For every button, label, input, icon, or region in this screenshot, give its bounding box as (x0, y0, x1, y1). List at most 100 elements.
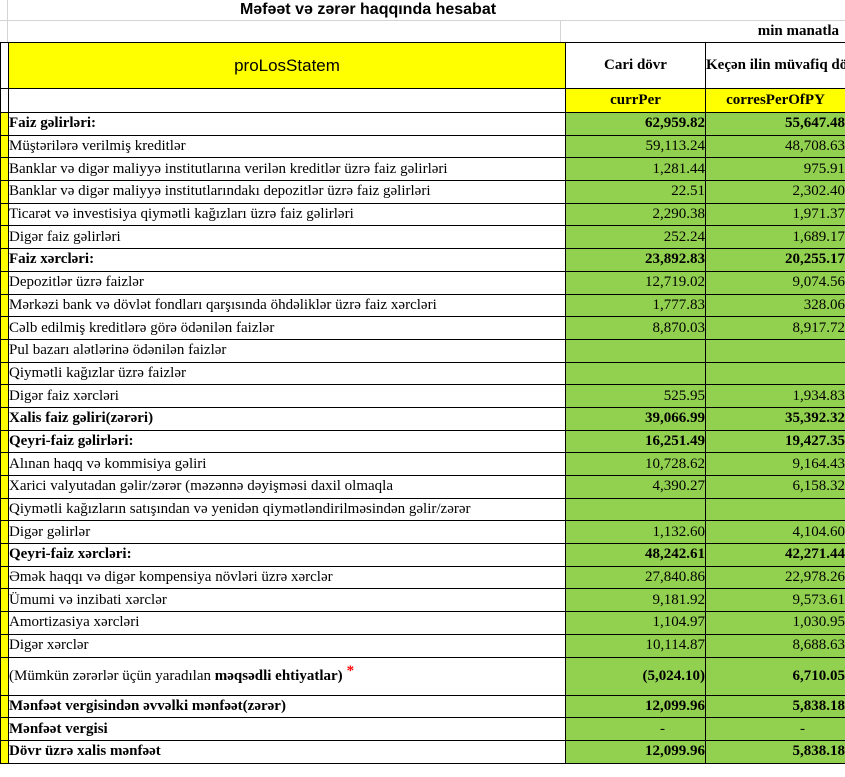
value-cell-current-period[interactable]: 10,728.62 (565, 452, 706, 476)
value-cell-previous-period[interactable] (705, 497, 845, 522)
row-marker-cell[interactable] (0, 565, 9, 590)
row-marker-cell[interactable] (0, 248, 9, 272)
value-cell-previous-period[interactable]: 19,427.35 (705, 429, 845, 454)
row-marker-cell[interactable] (0, 588, 9, 613)
empty-header-cell[interactable] (8, 88, 566, 113)
column-code-current-period[interactable]: currPer (565, 88, 706, 113)
row-label-cell[interactable]: Qiymətli kağızlar üzrə faizlər (8, 361, 566, 386)
value-cell-current-period[interactable] (565, 497, 706, 522)
row-label-cell[interactable]: Mənfəət vergisi (8, 717, 566, 741)
row-label-cell[interactable]: Banklar və digər maliyyə institutlarında… (8, 180, 566, 204)
value-cell-previous-period[interactable]: 35,392.32 (705, 406, 845, 431)
row-label-cell[interactable]: Alınan haqq və kommisiya gəliri (8, 452, 566, 476)
value-cell-current-period[interactable]: 12,719.02 (565, 270, 706, 295)
row-label-cell[interactable]: Xarici valyutadan gəlir/zərər (məzənnə d… (8, 475, 566, 499)
value-cell-previous-period[interactable]: 5,838.18 (705, 739, 845, 764)
value-cell-previous-period[interactable]: 1,030.95 (705, 611, 845, 635)
row-label-cell[interactable]: Amortizasiya xərcləri (8, 611, 566, 635)
row-marker-cell[interactable] (0, 429, 9, 454)
value-cell-previous-period[interactable]: 22,978.26 (705, 565, 845, 590)
value-cell-previous-period[interactable]: 1,971.37 (705, 202, 845, 227)
value-cell-current-period[interactable] (565, 338, 706, 363)
row-marker-cell[interactable] (0, 475, 9, 499)
row-label-cell[interactable]: Qiymətli kağızların satışından və yenidə… (8, 497, 566, 522)
row-marker-cell[interactable] (0, 316, 9, 340)
row-label-cell[interactable]: (Mümkün zərərlər üçün yaradılan məqsədli… (8, 656, 566, 696)
row-marker-cell[interactable] (0, 270, 9, 295)
value-cell-previous-period[interactable]: 42,271.44 (705, 543, 845, 567)
value-cell-current-period[interactable]: 525.95 (565, 384, 706, 408)
column-code-previous-period[interactable]: corresPerOfPY (705, 88, 845, 113)
row-label-cell[interactable]: Ümumi və inzibati xərclər (8, 588, 566, 613)
value-cell-current-period[interactable]: 2,290.38 (565, 202, 706, 227)
row-marker-cell[interactable] (0, 452, 9, 476)
value-cell-previous-period[interactable]: 6,710.05 (705, 656, 845, 696)
row-label-cell[interactable]: Xalis faiz gəliri(zərəri) (8, 406, 566, 431)
row-marker-cell[interactable] (0, 180, 9, 204)
value-cell-current-period[interactable]: 22.51 (565, 180, 706, 204)
value-cell-current-period[interactable]: 10,114.87 (565, 633, 706, 658)
value-cell-current-period[interactable]: 62,959.82 (565, 112, 706, 136)
value-cell-current-period[interactable]: 23,892.83 (565, 248, 706, 272)
value-cell-current-period[interactable]: 1,132.60 (565, 520, 706, 545)
row-marker-cell[interactable] (0, 384, 9, 408)
row-marker-cell[interactable] (0, 656, 9, 696)
row-marker-cell[interactable] (0, 361, 9, 386)
row-label-cell[interactable]: Faiz gəlirləri: (8, 112, 566, 136)
value-cell-current-period[interactable]: 9,181.92 (565, 588, 706, 613)
row-marker-cell[interactable] (0, 717, 9, 741)
row-label-cell[interactable]: Banklar və digər maliyyə institutlarına … (8, 157, 566, 182)
row-marker-cell[interactable] (0, 497, 9, 522)
row-marker-cell[interactable] (0, 520, 9, 545)
value-cell-current-period[interactable]: 48,242.61 (565, 543, 706, 567)
row-marker-cell[interactable] (0, 338, 9, 363)
value-cell-previous-period[interactable]: 6,158.32 (705, 475, 845, 499)
value-cell-previous-period[interactable]: 8,917.72 (705, 316, 845, 340)
value-cell-previous-period[interactable]: 55,647.48 (705, 112, 845, 136)
row-label-cell[interactable]: Pul bazarı alətlərinə ödənilən faizlər (8, 338, 566, 363)
value-cell-current-period[interactable] (565, 361, 706, 386)
row-label-cell[interactable]: Dövr üzrə xalis mənfəət (8, 739, 566, 764)
row-marker-cell[interactable] (0, 694, 9, 719)
value-cell-previous-period[interactable]: 20,255.17 (705, 248, 845, 272)
row-marker-cell[interactable] (0, 134, 9, 159)
row-marker-cell[interactable] (0, 611, 9, 635)
row-label-cell[interactable]: Digər xərclər (8, 633, 566, 658)
value-cell-current-period[interactable]: 27,840.86 (565, 565, 706, 590)
row-label-cell[interactable]: Mərkəzi bank və dövlət fondları qarşısın… (8, 293, 566, 318)
value-cell-current-period[interactable]: 252.24 (565, 225, 706, 250)
value-cell-previous-period[interactable]: 975.91 (705, 157, 845, 182)
value-cell-previous-period[interactable]: 2,302.40 (705, 180, 845, 204)
value-cell-previous-period[interactable] (705, 338, 845, 363)
value-cell-current-period[interactable]: 1,281.44 (565, 157, 706, 182)
row-marker-cell[interactable] (0, 739, 9, 764)
row-marker-cell[interactable] (0, 112, 9, 136)
row-label-cell[interactable]: Digər faiz xərcləri (8, 384, 566, 408)
value-cell-current-period[interactable]: 16,251.49 (565, 429, 706, 454)
row-marker-cell[interactable] (0, 157, 9, 182)
row-marker-cell[interactable] (0, 202, 9, 227)
row-label-cell[interactable]: Qeyri-faiz xərcləri: (8, 543, 566, 567)
value-cell-previous-period[interactable] (705, 361, 845, 386)
row-label-cell[interactable]: Qeyri-faiz gəlirləri: (8, 429, 566, 454)
value-cell-current-period[interactable]: 39,066.99 (565, 406, 706, 431)
row-label-cell[interactable]: Əmək haqqı və digər kompensiya növləri ü… (8, 565, 566, 590)
value-cell-previous-period[interactable]: 48,708.63 (705, 134, 845, 159)
value-cell-previous-period[interactable]: 1,689.17 (705, 225, 845, 250)
value-cell-previous-period[interactable]: 9,164.43 (705, 452, 845, 476)
value-cell-current-period[interactable]: 12,099.96 (565, 694, 706, 719)
value-cell-current-period[interactable]: 4,390.27 (565, 475, 706, 499)
value-cell-previous-period[interactable]: 4,104.60 (705, 520, 845, 545)
row-label-cell[interactable]: Depozitlər üzrə faizlər (8, 270, 566, 295)
row-label-cell[interactable]: Faiz xərcləri: (8, 248, 566, 272)
value-cell-current-period[interactable]: 12,099.96 (565, 739, 706, 764)
row-marker-cell[interactable] (0, 633, 9, 658)
value-cell-current-period[interactable]: 1,104.97 (565, 611, 706, 635)
value-cell-previous-period[interactable]: 5,838.18 (705, 694, 845, 719)
value-cell-previous-period[interactable]: - (705, 717, 845, 741)
value-cell-current-period[interactable]: 1,777.83 (565, 293, 706, 318)
row-label-cell[interactable]: Müştərilərə verilmiş kreditlər (8, 134, 566, 159)
value-cell-previous-period[interactable]: 9,573.61 (705, 588, 845, 613)
statement-code-cell[interactable]: proLosStatem (8, 42, 566, 89)
value-cell-current-period[interactable]: - (565, 717, 706, 741)
